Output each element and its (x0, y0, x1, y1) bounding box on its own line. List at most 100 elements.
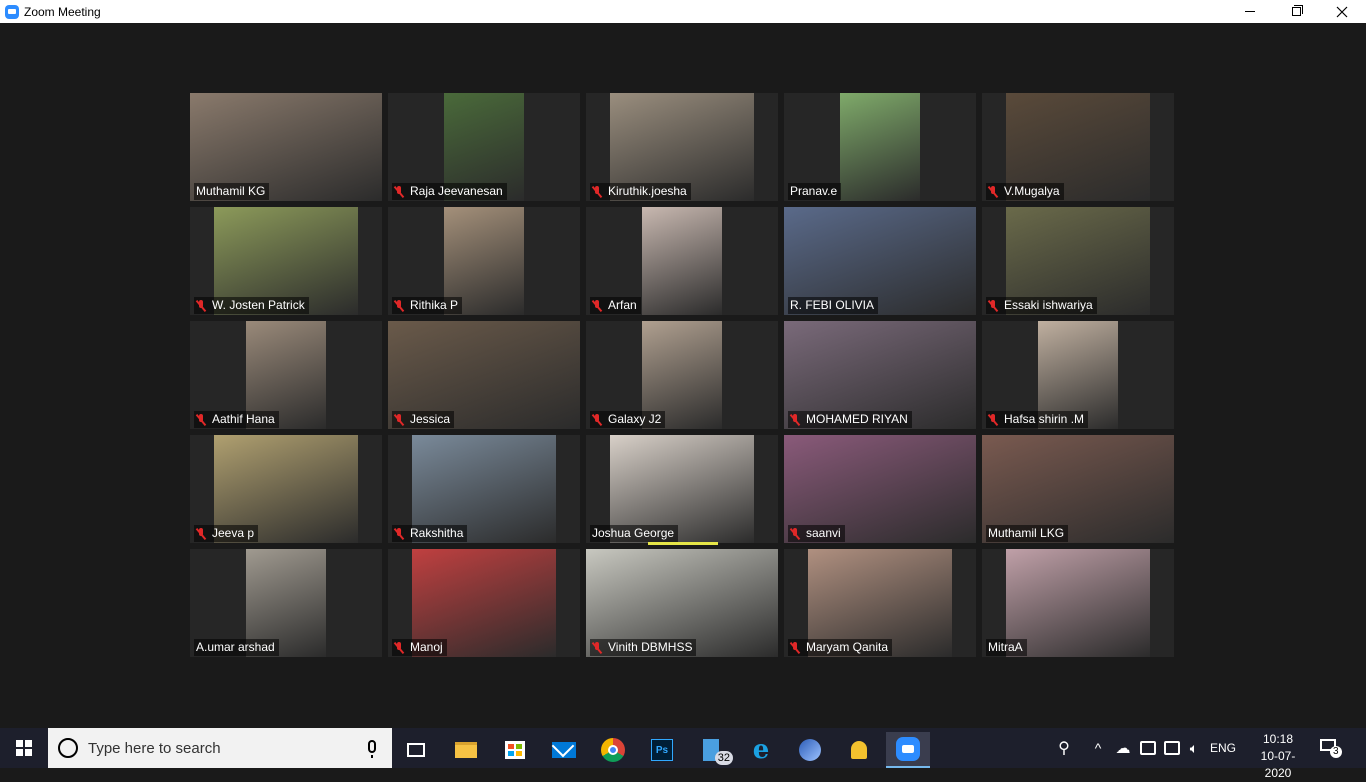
clock[interactable]: 10:18 10-07-2020 (1250, 731, 1306, 782)
participant-tile[interactable]: V.Mugalya (982, 93, 1174, 201)
zoom-taskbar-button[interactable] (886, 732, 930, 768)
participant-name-label: Rithika P (392, 297, 463, 314)
store-button[interactable] (493, 732, 537, 768)
language-button[interactable]: ENG (1206, 728, 1240, 768)
participant-tile[interactable]: Muthamil LKG (982, 435, 1174, 543)
cortana-icon (58, 738, 78, 758)
participant-tile[interactable]: Kiruthik.joesha (586, 93, 778, 201)
network-button[interactable] (1161, 728, 1183, 768)
participant-name-label: Joshua George (590, 525, 679, 542)
photoshop-icon: Ps (651, 739, 673, 761)
speaker-icon: 🔈︎ (1189, 739, 1199, 756)
app-badge: 32 (714, 751, 733, 765)
muted-microphone-icon (987, 299, 999, 312)
search-box[interactable]: Type here to search (48, 728, 392, 768)
restore-button[interactable] (1273, 0, 1319, 23)
participant-name-label: MOHAMED RIYAN (788, 411, 912, 428)
participant-name: Jeeva p (212, 526, 255, 540)
minimize-icon (1245, 11, 1255, 12)
participant-tile[interactable]: Pranav.e (784, 93, 976, 201)
security-tray-button[interactable] (1137, 728, 1159, 768)
participant-name: MOHAMED RIYAN (806, 412, 908, 426)
action-center-button[interactable]: 3 (1318, 736, 1342, 758)
participant-tile[interactable]: Hafsa shirin .M (982, 321, 1174, 429)
photoshop-button[interactable]: Ps (640, 732, 684, 768)
chrome-button[interactable] (591, 732, 635, 768)
participant-name-label: R. FEBI OLIVIA (788, 297, 879, 314)
participant-tile[interactable]: Joshua George (586, 435, 778, 543)
search-placeholder: Type here to search (88, 739, 221, 757)
muted-microphone-icon (393, 299, 405, 312)
participant-tile[interactable]: Jeeva p (190, 435, 382, 543)
notification-app-button[interactable] (837, 732, 881, 768)
participant-tile[interactable]: Vinith DBMHSS (586, 549, 778, 657)
muted-microphone-icon (393, 641, 405, 654)
people-button[interactable]: ⚲ (1052, 728, 1076, 768)
muted-microphone-icon (393, 527, 405, 540)
participant-tile[interactable]: Galaxy J2 (586, 321, 778, 429)
participant-name-label: V.Mugalya (986, 183, 1064, 200)
participant-tile[interactable]: Jessica (388, 321, 580, 429)
gallery-view: Muthamil KG Raja Jeevanesan Kiruthik.joesh… (0, 23, 1366, 728)
participant-tile[interactable]: R. FEBI OLIVIA (784, 207, 976, 315)
participant-name: W. Josten Patrick (212, 298, 305, 312)
participant-name-label: Essaki ishwariya (986, 297, 1097, 314)
participant-tile[interactable]: Rakshitha (388, 435, 580, 543)
participant-name-label: A.umar arshad (194, 639, 279, 656)
participant-tile[interactable]: Aathif Hana (190, 321, 382, 429)
participant-tile[interactable]: Rithika P (388, 207, 580, 315)
network-icon (1164, 741, 1180, 755)
windows-logo-icon (16, 740, 32, 756)
participant-tile[interactable]: Raja Jeevanesan (388, 93, 580, 201)
start-button[interactable] (0, 728, 48, 768)
participant-video (840, 93, 920, 201)
participant-tile[interactable]: Manoj (388, 549, 580, 657)
window-title: Zoom Meeting (24, 4, 101, 19)
muted-microphone-icon (789, 413, 801, 426)
close-button[interactable] (1319, 0, 1365, 23)
participant-video (642, 207, 722, 315)
participant-tile[interactable]: MOHAMED RIYAN (784, 321, 976, 429)
participant-name-label: W. Josten Patrick (194, 297, 309, 314)
title-bar: Zoom Meeting (0, 0, 1366, 23)
participant-tile[interactable]: Maryam Qanita (784, 549, 976, 657)
participant-tile[interactable]: MitraA (982, 549, 1174, 657)
participant-name: Pranav.e (790, 184, 838, 198)
participant-tile[interactable]: Essaki ishwariya (982, 207, 1174, 315)
onedrive-button[interactable]: ☁ (1112, 728, 1134, 768)
participant-name: Essaki ishwariya (1004, 298, 1093, 312)
participant-name-label: Raja Jeevanesan (392, 183, 507, 200)
muted-microphone-icon (591, 413, 603, 426)
zoom-app-icon (5, 4, 19, 19)
microphone-icon[interactable] (368, 740, 376, 758)
volume-button[interactable]: 🔈︎ (1184, 728, 1204, 768)
store-icon (505, 741, 525, 759)
muted-microphone-icon (591, 299, 603, 312)
minimize-button[interactable] (1227, 0, 1273, 23)
participant-tile[interactable]: Muthamil KG (190, 93, 382, 201)
participant-name-label: Aathif Hana (194, 411, 279, 428)
participant-tile[interactable]: saanvi (784, 435, 976, 543)
muted-microphone-icon (987, 185, 999, 198)
participant-name: Kiruthik.joesha (608, 184, 687, 198)
participant-name: Hafsa shirin .M (1004, 412, 1085, 426)
participant-name: Maryam Qanita (806, 640, 889, 654)
file-explorer-button[interactable] (444, 732, 488, 768)
participant-name: Raja Jeevanesan (410, 184, 503, 198)
participant-tile[interactable]: A.umar arshad (190, 549, 382, 657)
participant-tile[interactable]: Arfan (586, 207, 778, 315)
mail-button[interactable] (542, 732, 586, 768)
participant-name-label: Manoj (392, 639, 447, 656)
muted-microphone-icon (393, 413, 405, 426)
participant-name: Muthamil KG (196, 184, 266, 198)
close-icon (1336, 6, 1348, 17)
task-view-button[interactable] (394, 732, 438, 768)
participant-tile[interactable]: W. Josten Patrick (190, 207, 382, 315)
show-hidden-icons-button[interactable]: ^ (1088, 728, 1108, 768)
calculator-button[interactable]: 32 (689, 732, 733, 768)
internet-explorer-button[interactable]: e (739, 732, 783, 768)
muted-microphone-icon (195, 299, 207, 312)
participant-name: Jessica (410, 412, 451, 426)
muted-microphone-icon (789, 641, 801, 654)
app-button[interactable] (788, 732, 832, 768)
